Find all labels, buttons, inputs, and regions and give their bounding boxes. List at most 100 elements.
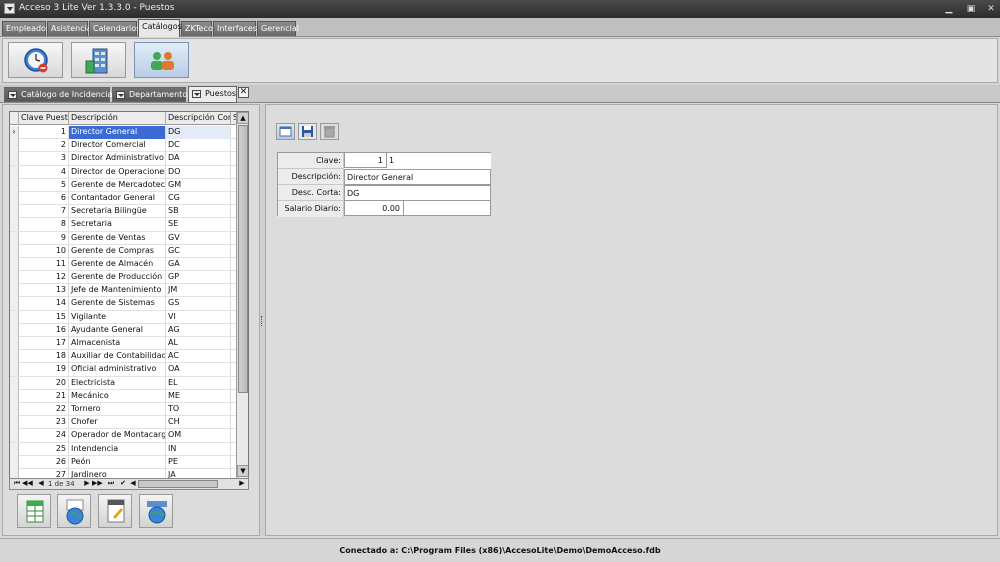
table-row[interactable]: 22 Tornero TO [10, 402, 236, 417]
cell-descripcion[interactable]: Gerente de Mercadotecnia [69, 178, 166, 192]
tab-asistencia[interactable]: Asistencia [47, 21, 92, 36]
cell-clave[interactable]: 20 [19, 376, 69, 390]
cell-descripcion[interactable]: Gerente de Producción [69, 271, 166, 285]
export-excel-button[interactable] [17, 494, 51, 528]
cell-descripcion-corta[interactable]: JM [166, 284, 231, 298]
cell-clave[interactable]: 18 [19, 350, 69, 364]
cell-descripcion[interactable]: Gerente de Ventas [69, 231, 166, 245]
cell-clave[interactable]: 2 [19, 139, 69, 153]
cell-descripcion-corta[interactable]: DG [166, 126, 231, 139]
cell-descripcion[interactable]: Almacenista [69, 337, 166, 350]
cell-descripcion-corta[interactable]: ME [166, 389, 231, 403]
app-menu-icon[interactable] [4, 3, 15, 14]
salario-field[interactable]: 0.00 [344, 200, 404, 216]
cell-descripcion[interactable]: Vigilante [69, 310, 166, 324]
table-row[interactable]: 13 Jefe de Mantenimiento JM [10, 284, 236, 298]
cell-descripcion-corta[interactable]: SE [166, 218, 231, 232]
edit-button[interactable] [276, 123, 295, 140]
cell-clave[interactable]: 26 [19, 455, 69, 469]
vertical-scrollbar[interactable]: ▲ ▼ [236, 112, 248, 478]
clave-field[interactable]: 1 [344, 152, 387, 168]
cell-clave[interactable]: 1 [19, 126, 69, 139]
table-row[interactable]: 2 Director Comercial DC [10, 139, 236, 153]
table-row[interactable]: 19 Oficial administrativo OA [10, 363, 236, 377]
table-row[interactable]: 7 Secretaria Bilingüe SB [10, 205, 236, 219]
cell-clave[interactable]: 5 [19, 178, 69, 192]
incidencias-button[interactable] [8, 42, 63, 78]
puestos-button[interactable] [134, 42, 189, 78]
last-record-icon[interactable]: ⏭ [106, 479, 116, 489]
cell-descripcion-corta[interactable]: GP [166, 271, 231, 285]
next-record-icon[interactable]: ▶ [82, 479, 92, 489]
table-row[interactable]: 10 Gerente de Compras GC [10, 244, 236, 258]
tab-interfaces[interactable]: Interfaces [213, 21, 257, 36]
close-tab-icon[interactable]: ✕ [238, 87, 249, 98]
tab-calendarios[interactable]: Calendarios [89, 21, 140, 36]
cell-descripcion-corta[interactable]: CH [166, 416, 231, 430]
cell-clave[interactable]: 19 [19, 363, 69, 377]
cell-clave[interactable]: 12 [19, 271, 69, 285]
cell-descripcion[interactable]: Gerente de Compras [69, 244, 166, 258]
table-row[interactable]: 4 Director de Operaciones DO [10, 165, 236, 179]
table-row[interactable]: 18 Auxiliar de Contabilidad AC [10, 350, 236, 364]
export-web-button[interactable] [57, 494, 91, 528]
close-button[interactable]: ✕ [982, 2, 1000, 16]
table-row[interactable]: 11 Gerente de Almacén GA [10, 257, 236, 272]
scroll-right-icon[interactable]: ▶ [237, 479, 247, 489]
cell-descripcion[interactable]: Peón [69, 455, 166, 469]
table-row[interactable]: 6 Contantador General CG [10, 191, 236, 206]
cell-descripcion-corta[interactable]: AG [166, 323, 231, 337]
tab-catalogo-incidencias[interactable]: Catálogo de Incidencias [4, 87, 117, 102]
table-row[interactable]: 24 Operador de Montacargas OM [10, 429, 236, 443]
cell-clave[interactable]: 6 [19, 191, 69, 205]
save-button[interactable] [298, 123, 317, 140]
cell-descripcion[interactable]: Director de Operaciones [69, 165, 166, 179]
cell-descripcion[interactable]: Jefe de Mantenimiento [69, 284, 166, 298]
scroll-up-icon[interactable]: ▲ [237, 112, 248, 124]
cell-descripcion[interactable]: Mecánico [69, 389, 166, 403]
cell-descripcion[interactable]: Auxiliar de Contabilidad [69, 350, 166, 364]
scroll-down-icon[interactable]: ▼ [237, 465, 248, 477]
minimize-button[interactable]: ▁ [940, 2, 958, 16]
cell-clave[interactable]: 3 [19, 152, 69, 166]
first-record-icon[interactable]: ⏮ [12, 479, 22, 489]
cell-descripcion-corta[interactable]: DA [166, 152, 231, 166]
prev-page-icon[interactable]: ◀◀ [22, 479, 33, 489]
table-row[interactable]: 3 Director Administrativo DA [10, 152, 236, 166]
restore-button[interactable]: ▣ [962, 2, 980, 16]
table-row[interactable]: 17 Almacenista AL [10, 337, 236, 351]
cell-clave[interactable]: 15 [19, 310, 69, 324]
cell-clave[interactable]: 11 [19, 257, 69, 271]
table-row[interactable]: 15 Vigilante VI [10, 310, 236, 324]
cell-clave[interactable]: 16 [19, 323, 69, 337]
table-row[interactable]: › 1 Director General DG [10, 126, 236, 140]
cell-descripcion-corta[interactable]: GC [166, 244, 231, 258]
tab-puestos[interactable]: Puestos [188, 86, 237, 103]
delete-button[interactable] [320, 123, 339, 140]
cell-descripcion-corta[interactable]: TO [166, 402, 231, 416]
table-row[interactable]: 14 Gerente de Sistemas GS [10, 297, 236, 311]
cell-descripcion[interactable]: Director Administrativo [69, 152, 166, 166]
cell-clave[interactable]: 24 [19, 429, 69, 443]
scroll-thumb[interactable] [238, 125, 248, 393]
cell-clave[interactable]: 9 [19, 231, 69, 245]
cell-descripcion-corta[interactable]: DC [166, 139, 231, 153]
cell-clave[interactable]: 25 [19, 442, 69, 456]
cell-descripcion-corta[interactable]: EL [166, 376, 231, 390]
cell-descripcion-corta[interactable]: AL [166, 337, 231, 350]
cell-clave[interactable]: 4 [19, 165, 69, 179]
table-row[interactable]: 16 Ayudante General AG [10, 323, 236, 337]
descripcion-corta-field[interactable]: DG [344, 185, 491, 201]
prev-record-icon[interactable]: ◀ [36, 479, 46, 489]
table-row[interactable]: 9 Gerente de Ventas GV [10, 231, 236, 245]
table-row[interactable]: 12 Gerente de Producción GP [10, 271, 236, 285]
cell-descripcion[interactable]: Director Comercial [69, 139, 166, 153]
cell-descripcion[interactable]: Secretaria [69, 218, 166, 232]
table-row[interactable]: 23 Chofer CH [10, 416, 236, 430]
cell-descripcion-corta[interactable]: IN [166, 442, 231, 456]
table-row[interactable]: 20 Electricista EL [10, 376, 236, 390]
table-row[interactable]: 25 Intendencia IN [10, 442, 236, 456]
cell-descripcion-corta[interactable]: PE [166, 455, 231, 469]
cell-clave[interactable]: 14 [19, 297, 69, 311]
table-row[interactable]: 8 Secretaria SE [10, 218, 236, 232]
